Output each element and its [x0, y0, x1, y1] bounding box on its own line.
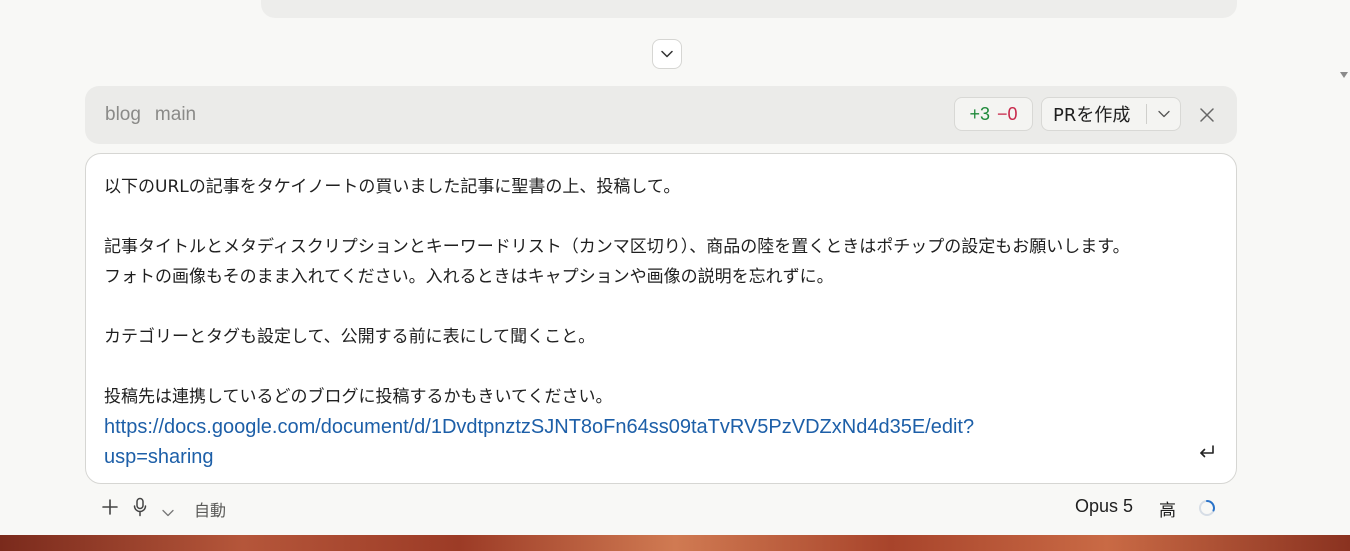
- prompt-line: 以下のURLの記事をタケイノートの買いました記事に聖書の上、投稿して。: [104, 177, 681, 197]
- spinner-icon: [1199, 500, 1215, 516]
- close-icon: [1200, 108, 1214, 122]
- branch-name: main: [154, 104, 197, 125]
- composer-toolbar: 自動 Opus 5 高: [85, 494, 1237, 522]
- add-attachment-button[interactable]: [101, 498, 119, 520]
- voice-input-button[interactable]: [132, 497, 148, 521]
- branch-info: blog main: [105, 104, 196, 126]
- microphone-icon: [133, 497, 147, 517]
- mode-selector[interactable]: 自動: [194, 497, 226, 521]
- additions-count: +3: [969, 103, 990, 124]
- loading-indicator: [1198, 499, 1216, 521]
- model-selector[interactable]: Opus 5: [1075, 496, 1133, 517]
- deletions-count: −0: [997, 103, 1018, 124]
- prompt-input-box[interactable]: 以下のURLの記事をタケイノートの買いました記事に聖書の上、投稿して。 記事タイ…: [85, 153, 1237, 484]
- create-pr-label: PRを作成: [1053, 105, 1131, 126]
- prompt-line: [104, 202, 1164, 232]
- prompt-link[interactable]: https://docs.google.com/document/d/1Dvdt…: [104, 412, 1164, 442]
- pr-options-dropdown[interactable]: [1147, 110, 1180, 118]
- desktop-wallpaper: [0, 535, 1350, 551]
- effort-selector[interactable]: 高: [1159, 496, 1176, 521]
- prompt-text[interactable]: 以下のURLの記事をタケイノートの買いました記事に聖書の上、投稿して。 記事タイ…: [104, 172, 1164, 472]
- prompt-line: [104, 352, 1164, 382]
- close-branch-bar-button[interactable]: [1197, 105, 1217, 125]
- voice-options-dropdown[interactable]: [162, 502, 174, 521]
- previous-message-card: [261, 0, 1237, 18]
- branch-bar: blog main +3 −0 PRを作成: [85, 86, 1237, 144]
- diff-stats-badge[interactable]: +3 −0: [954, 97, 1033, 131]
- chevron-down-icon: [162, 509, 174, 517]
- prompt-line: 記事タイトルとメタディスクリプションとキーワードリスト（カンマ区切り）、商品の陸…: [104, 237, 1130, 257]
- prompt-line: カテゴリーとタグも設定して、公開する前に表にして聞くこと。: [104, 327, 596, 347]
- prompt-line: [104, 292, 1164, 322]
- repo-name: blog: [105, 104, 141, 125]
- chevron-down-icon: [1157, 110, 1170, 118]
- chevron-down-icon: [661, 50, 673, 58]
- prompt-line: フォトの画像もそのまま入れてください。入れるときはキャプションや画像の説明を忘れ…: [104, 267, 834, 287]
- enter-icon: [1200, 445, 1214, 458]
- create-pr-button[interactable]: PRを作成: [1041, 97, 1181, 131]
- scrollbar-arrow[interactable]: [1340, 72, 1348, 78]
- prompt-line: 投稿先は連携しているどのブログに投稿するかもきいてください。: [104, 387, 613, 407]
- plus-icon: [102, 499, 118, 515]
- scroll-to-bottom-button[interactable]: [652, 39, 682, 69]
- send-button[interactable]: [1198, 444, 1216, 464]
- prompt-link-continued[interactable]: usp=sharing: [104, 442, 1164, 472]
